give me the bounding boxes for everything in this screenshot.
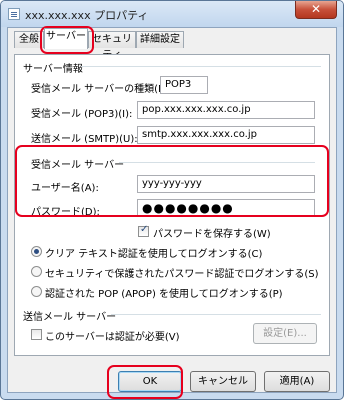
window-title: xxx.xxx.xxx プロパティ xyxy=(25,9,149,22)
highlight-credentials xyxy=(15,145,329,217)
auth-required-label[interactable]: このサーバーは認証が必要(V) xyxy=(45,328,180,343)
cancel-button[interactable]: キャンセル xyxy=(190,371,256,392)
apply-button[interactable]: 適用(A) xyxy=(264,371,330,392)
secure-password-auth-radio[interactable] xyxy=(31,266,42,277)
properties-dialog: xxx.xxx.xxx プロパティ ✕ 全般 サーバー セキュリティ 詳細設定 … xyxy=(0,0,344,400)
apop-auth-label[interactable]: 認証された POP (APOP) を使用してログオンする(P) xyxy=(45,285,283,300)
settings-button[interactable]: 設定(E)... xyxy=(253,323,317,344)
divider xyxy=(81,66,321,67)
server-type-value: POP3 xyxy=(160,76,208,94)
server-info-heading: サーバー情報 xyxy=(23,64,83,75)
tab-advanced[interactable]: 詳細設定 xyxy=(136,31,184,48)
window-icon xyxy=(8,8,20,20)
tab-security[interactable]: セキュリティ xyxy=(88,31,136,61)
secure-password-auth-label[interactable]: セキュリティで保護されたパスワード認証でログオンする(S) xyxy=(45,265,319,280)
tab-servers[interactable]: サーバー xyxy=(44,28,88,49)
apop-auth-radio[interactable] xyxy=(31,286,42,297)
clear-text-auth-label[interactable]: クリア テキスト認証を使用してログオンする(C) xyxy=(45,245,262,260)
title-bar[interactable]: xxx.xxx.xxx プロパティ ✕ xyxy=(1,1,343,27)
outgoing-server-label: 送信メール (SMTP)(U): xyxy=(31,134,138,145)
outgoing-server-input[interactable]: smtp.xxx.xxx.xxx.co.jp xyxy=(137,126,315,144)
server-type-label: 受信メール サーバーの種類(M) xyxy=(31,84,171,95)
incoming-server-input[interactable]: pop.xxx.xxx.xxx.co.jp xyxy=(137,101,315,119)
save-password-label[interactable]: パスワードを保存する(W) xyxy=(153,225,271,240)
outgoing-mail-server-heading: 送信メール サーバー xyxy=(23,312,117,323)
auth-required-checkbox[interactable] xyxy=(31,329,42,340)
close-button[interactable]: ✕ xyxy=(295,1,337,19)
divider xyxy=(111,314,321,315)
save-password-checkbox[interactable] xyxy=(138,224,149,237)
incoming-server-label: 受信メール (POP3)(I): xyxy=(31,109,133,120)
clear-text-auth-radio[interactable] xyxy=(31,246,42,257)
highlight-ok-button xyxy=(107,365,183,399)
